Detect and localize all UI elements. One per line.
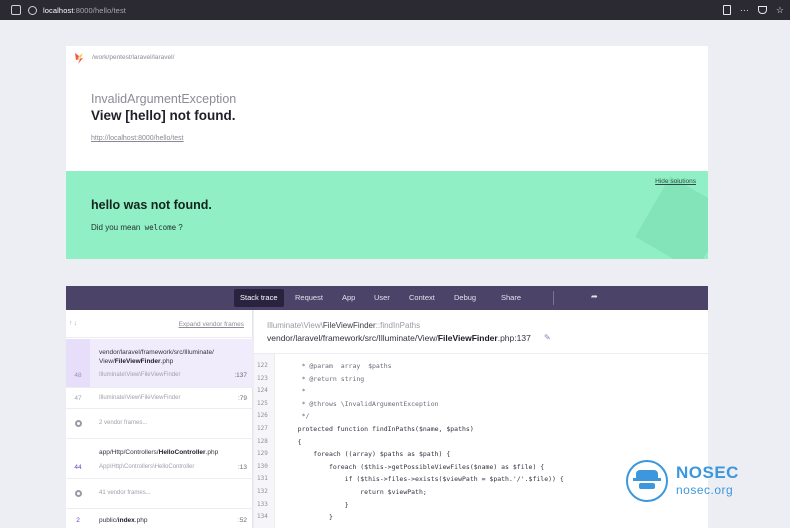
- tab-debug[interactable]: Debug: [448, 289, 482, 307]
- code-line: *: [282, 387, 306, 396]
- reader-view-icon[interactable]: [722, 5, 731, 15]
- vendor-frames-collapsed[interactable]: 41 vendor frames...: [66, 479, 253, 509]
- watermark-domain: nosec.org: [676, 483, 734, 497]
- vendor-frames-label: 41 vendor frames...: [99, 490, 151, 496]
- exception-class: InvalidArgumentException: [91, 92, 237, 106]
- shield-icon[interactable]: [11, 5, 21, 15]
- ignition-logo-icon: [75, 53, 83, 64]
- gear-icon: [75, 420, 82, 427]
- frame-file-path: vendor/laravel/framework/src/Illuminate/…: [267, 333, 531, 343]
- browser-toolbar: localhost:8000/hello/test ··· ☆: [0, 0, 790, 20]
- line-number: 127: [257, 425, 268, 432]
- solution-decoration: [635, 176, 708, 259]
- bookmark-star-icon[interactable]: ☆: [776, 4, 784, 16]
- frame-number: 44: [74, 464, 82, 471]
- frame-number: 48: [74, 372, 82, 379]
- tab-stack-trace[interactable]: Stack trace: [234, 289, 284, 307]
- tab-user[interactable]: User: [368, 289, 396, 307]
- code-line: if ($this->files->exists($viewPath = $pa…: [282, 475, 564, 484]
- frame-number: 2: [76, 517, 80, 524]
- tab-request[interactable]: Request: [289, 289, 329, 307]
- stack-trace-panel: ↑↓ Expand vendor frames vendor/laravel/f…: [66, 310, 253, 528]
- stack-frame[interactable]: 47 Illuminate\View\FileViewFinder :79: [66, 388, 253, 409]
- url-path: :8000/hello/test: [73, 5, 126, 15]
- code-line: {: [282, 437, 302, 446]
- frame-file: public/index.php: [99, 517, 148, 524]
- vendor-frames-label: 2 vendor frames...: [99, 420, 148, 426]
- solution-card: Hide solutions hello was not found. Did …: [66, 171, 708, 259]
- stack-header: ↑↓ Expand vendor frames: [66, 310, 253, 338]
- tab-context[interactable]: Context: [403, 289, 441, 307]
- frame-file: app/Http/Controllers/HelloController.php: [99, 449, 219, 456]
- code-line: return $viewPath;: [282, 488, 427, 496]
- frame-number: 47: [74, 395, 82, 402]
- nosec-logo-icon: [626, 460, 668, 502]
- frame-line: :137: [234, 372, 247, 379]
- frame-line: :52: [237, 517, 247, 524]
- code-line: }: [282, 500, 349, 509]
- line-number: 124: [257, 387, 268, 395]
- request-url-link[interactable]: http://localhost:8000/hello/test: [91, 135, 184, 142]
- tab-share[interactable]: Share: [495, 289, 527, 307]
- frame-class: Illuminate\View\FileViewFinder: [99, 395, 181, 401]
- line-number: 133: [257, 500, 268, 508]
- hide-solutions-link[interactable]: Hide solutions: [655, 178, 696, 185]
- code-header: Illuminate\View\FileViewFinder::findInPa…: [254, 310, 708, 354]
- frame-line: :13: [237, 464, 247, 471]
- solution-description: Did you mean welcome?: [91, 223, 183, 232]
- edit-pencil-icon[interactable]: ✎: [544, 333, 551, 342]
- gear-icon: [75, 490, 82, 497]
- code-line: protected function findInPaths($name, $p…: [282, 425, 474, 433]
- line-number: 123: [257, 374, 268, 382]
- line-number: 129: [257, 450, 268, 458]
- line-number: 128: [257, 437, 268, 445]
- url-host: localhost: [43, 5, 74, 15]
- more-options-icon[interactable]: ···: [740, 4, 749, 16]
- stack-frame-app[interactable]: 2 public/index.php :52: [66, 509, 253, 528]
- solution-desc-prefix: Did you mean: [91, 223, 141, 232]
- watermark-name: NOSEC: [676, 463, 739, 482]
- info-icon[interactable]: [28, 5, 37, 15]
- code-line: }: [282, 513, 333, 522]
- exception-message: View [hello] not found.: [91, 108, 236, 123]
- tab-bar: Stack trace Request App User Context Deb…: [66, 286, 708, 310]
- code-line: foreach ((array) $paths as $path) {: [282, 450, 451, 459]
- line-number: 125: [257, 399, 268, 407]
- tab-app[interactable]: App: [336, 289, 361, 307]
- share-arrow-icon[interactable]: ➦: [591, 292, 598, 301]
- pocket-icon[interactable]: [757, 6, 767, 14]
- error-header-card: /work/pentest/laravel/laravel/ InvalidAr…: [66, 46, 708, 171]
- vendor-frames-collapsed[interactable]: 2 vendor frames...: [66, 409, 253, 439]
- stack-frame-app[interactable]: app/Http/Controllers/HelloController.php…: [66, 439, 253, 479]
- tab-separator: [553, 291, 554, 305]
- line-number: 130: [257, 462, 268, 470]
- line-number: 134: [257, 513, 268, 521]
- frame-line: :79: [237, 395, 247, 402]
- project-path: /work/pentest/laravel/laravel/: [92, 54, 175, 61]
- expand-vendor-frames-link[interactable]: Expand vendor frames: [179, 321, 244, 328]
- frame-class: Illuminate\View\FileViewFinder: [99, 372, 181, 378]
- line-number: 122: [257, 362, 268, 369]
- stack-frame-selected[interactable]: vendor/laravel/framework/src/Illuminate/…: [66, 339, 253, 388]
- code-line: */: [282, 412, 310, 421]
- line-number: 131: [257, 475, 268, 483]
- solution-title: hello was not found.: [91, 198, 212, 212]
- line-number: 132: [257, 488, 268, 495]
- frame-file: vendor/laravel/framework/src/Illuminate/…: [99, 349, 214, 365]
- sort-arrows-icon[interactable]: ↑↓: [69, 320, 78, 327]
- address-bar[interactable]: localhost:8000/hello/test: [43, 6, 126, 15]
- frame-class: App\Http\Controllers\HelloController: [99, 464, 195, 470]
- code-line: * @param array $paths: [282, 362, 392, 370]
- solution-suggestion: welcome: [144, 223, 177, 232]
- code-line: foreach ($this->getPossibleViewFiles($na…: [282, 462, 545, 471]
- solution-desc-suffix: ?: [178, 223, 183, 232]
- code-line: * @throws \InvalidArgumentException: [282, 399, 439, 408]
- line-number: 126: [257, 412, 268, 420]
- code-line: * @return string: [282, 374, 365, 383]
- frame-class-method: Illuminate\View\FileViewFinder::findInPa…: [267, 321, 421, 330]
